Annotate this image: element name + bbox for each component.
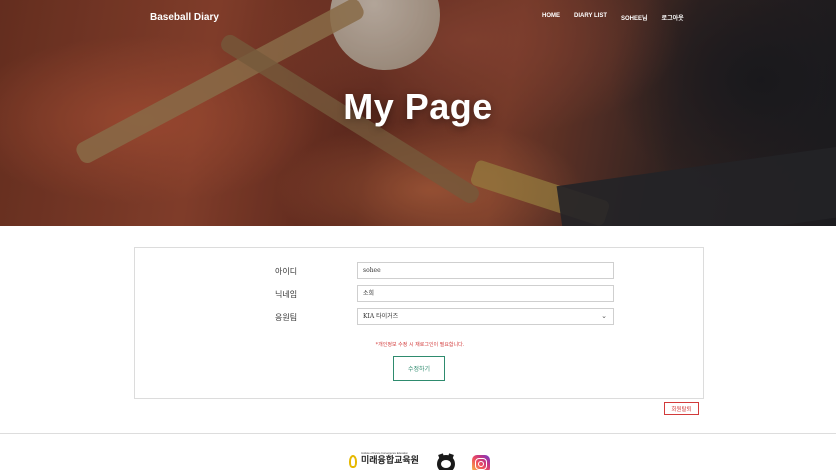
team-select[interactable]: KIA 타이거즈 ⌄ bbox=[357, 308, 614, 325]
nav-diary-list[interactable]: DIARY LIST bbox=[574, 13, 607, 22]
profile-form: 아이디 sohee 닉네임 소희 응원팀 KIA 타이거즈 ⌄ *개인정보 수정… bbox=[134, 247, 704, 399]
footer-divider bbox=[0, 433, 836, 434]
logo-title: 미래융합교육원 bbox=[361, 456, 419, 466]
id-field[interactable]: sohee bbox=[357, 262, 614, 279]
nav-logout[interactable]: 로그아웃 bbox=[662, 13, 684, 22]
site-brand[interactable]: Baseball Diary bbox=[150, 12, 219, 23]
id-label: 아이디 bbox=[275, 267, 298, 276]
chevron-down-icon: ⌄ bbox=[601, 312, 607, 320]
relogin-notice: *개인정보 수정 시 재로그인이 필요합니다. bbox=[375, 342, 465, 348]
nickname-label: 닉네임 bbox=[275, 290, 298, 299]
nickname-field[interactable]: 소희 bbox=[357, 285, 614, 302]
save-button[interactable]: 수정하기 bbox=[393, 356, 445, 381]
github-icon[interactable] bbox=[437, 453, 455, 470]
top-nav: HOME DIARY LIST SOHEE님 로그아웃 bbox=[542, 13, 698, 22]
withdraw-button[interactable]: 회원탈퇴 bbox=[664, 402, 699, 415]
page-title: My Page bbox=[343, 86, 493, 127]
nav-home[interactable]: HOME bbox=[542, 13, 560, 22]
instagram-icon[interactable] bbox=[472, 455, 490, 470]
team-label: 응원팀 bbox=[275, 313, 298, 322]
institute-logo-icon bbox=[347, 452, 359, 470]
team-select-value: KIA 타이거즈 bbox=[363, 313, 399, 320]
nav-user[interactable]: SOHEE님 bbox=[621, 13, 648, 22]
institute-logo: Institute of Future Convergence Educatio… bbox=[347, 452, 419, 470]
